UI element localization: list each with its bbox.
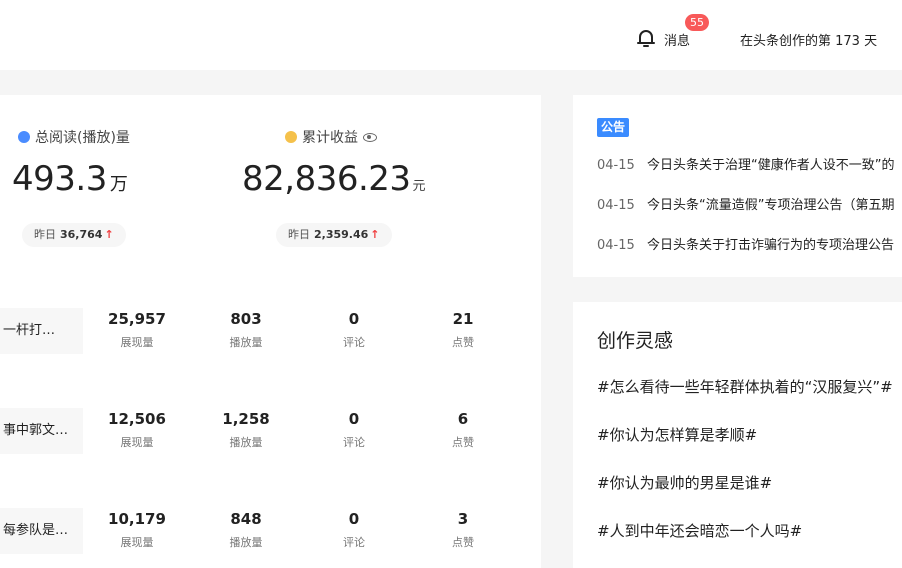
announcement-item[interactable]: 04-15 今日头条“流量造假”专项治理公告（第五期 <box>597 194 894 213</box>
impressions-stat: 10,179 展现量 <box>108 510 166 549</box>
reads-value-number: 493.3 <box>12 159 107 199</box>
up-arrow-icon: ↑ <box>104 228 114 241</box>
plays-stat: 848 播放量 <box>229 510 263 549</box>
comments-stat: 0 评论 <box>343 410 365 449</box>
plays-stat: 1,258 播放量 <box>222 410 270 449</box>
announcement-item[interactable]: 04-15 今日头条关于打击诈骗行为的专项治理公告 <box>597 234 894 253</box>
stats-card: 总阅读(播放)量 493.3 万 昨日 36,764 ↑ 累计收益 82,836.23… <box>0 95 541 568</box>
announcement-date: 04-15 <box>597 198 635 213</box>
creation-days-text: 在头条创作的第 173 天 <box>740 34 878 49</box>
announcement-item[interactable]: 04-15 今日头条关于治理“健康作者人设不一致”的 <box>597 154 894 173</box>
earnings-unit: 元 <box>412 179 426 194</box>
announcement-card: 公告 04-15 今日头条关于治理“健康作者人设不一致”的 04-15 今日头条“流… <box>573 95 902 277</box>
reads-icon <box>18 131 30 143</box>
earnings-value: 82,836.23 元 <box>242 159 426 199</box>
announcement-date: 04-15 <box>597 238 635 253</box>
comments-stat: 0 评论 <box>343 310 365 349</box>
reads-yesterday-value: 36,764 <box>60 228 103 241</box>
earnings-yesterday-label: 昨日 <box>288 228 310 241</box>
earnings-yesterday: 昨日 2,359.46 ↑ <box>276 223 392 247</box>
article-title[interactable]: 一杆打… <box>0 308 83 354</box>
announcement-link[interactable]: 今日头条“流量造假”专项治理公告（第五期 <box>647 198 894 213</box>
likes-stat: 3 点赞 <box>452 510 474 549</box>
announcement-link[interactable]: 今日头条关于治理“健康作者人设不一致”的 <box>647 158 894 173</box>
impressions-stat: 25,957 展现量 <box>108 310 166 349</box>
reads-title-label: 总阅读(播放)量 <box>35 130 130 146</box>
announcement-link[interactable]: 今日头条关于打击诈骗行为的专项治理公告 <box>647 238 894 253</box>
inspiration-card: 创作灵感 #怎么看待一些年轻群体执着的“汉服复兴”# #你认为怎样算是孝顺# #… <box>573 302 902 568</box>
announcement-date: 04-15 <box>597 158 635 173</box>
earnings-title-label: 累计收益 <box>302 130 358 146</box>
reads-metric-title: 总阅读(播放)量 <box>18 127 130 147</box>
comments-stat: 0 评论 <box>343 510 365 549</box>
reads-yesterday: 昨日 36,764 ↑ <box>22 223 126 247</box>
likes-stat: 6 点赞 <box>452 410 474 449</box>
coin-icon <box>285 131 297 143</box>
reads-unit: 万 <box>109 174 128 195</box>
reads-yesterday-label: 昨日 <box>34 228 56 241</box>
plays-stat: 803 播放量 <box>229 310 263 349</box>
bell-icon[interactable] <box>635 27 657 49</box>
up-arrow-icon: ↑ <box>370 228 380 241</box>
inspiration-title: 创作灵感 <box>597 330 674 352</box>
notifications-badge: 55 <box>685 14 709 31</box>
inspiration-topic[interactable]: #你认为怎样算是孝顺# <box>597 424 757 445</box>
announcement-tag: 公告 <box>597 118 630 137</box>
notifications-label[interactable]: 消息 <box>664 30 690 49</box>
inspiration-topic[interactable]: #你认为最帅的男星是谁# <box>597 472 772 493</box>
earnings-yesterday-value: 2,359.46 <box>314 228 369 241</box>
impressions-stat: 12,506 展现量 <box>108 410 166 449</box>
earnings-metric-title: 累计收益 <box>285 127 377 147</box>
top-bar: 消息 55 在头条创作的第 173 天 <box>0 0 902 70</box>
article-title[interactable]: 每参队是… <box>0 508 83 554</box>
inspiration-topic[interactable]: #人到中年还会暗恋一个人吗# <box>597 520 802 541</box>
inspiration-topic[interactable]: #怎么看待一些年轻群体执着的“汉服复兴”# <box>597 376 893 397</box>
earnings-value-number: 82,836.23 <box>242 159 411 199</box>
article-title[interactable]: 事中郭文… <box>0 408 83 454</box>
reads-value: 493.3 万 <box>12 159 128 199</box>
likes-stat: 21 点赞 <box>452 310 474 349</box>
eye-icon[interactable] <box>363 132 377 142</box>
